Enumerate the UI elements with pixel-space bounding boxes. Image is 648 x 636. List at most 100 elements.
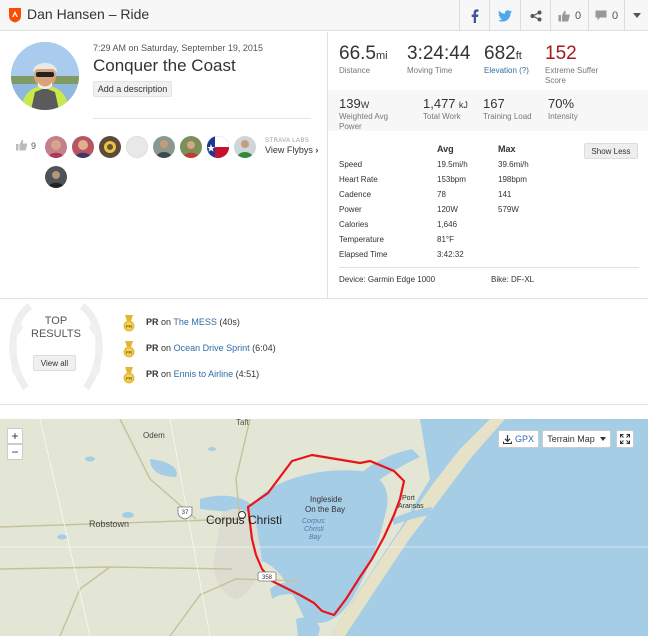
map-label-ingleside: Ingleside [310,495,343,504]
kudos-avatar[interactable] [45,136,67,158]
kudos-avatar[interactable] [72,136,94,158]
kudos-avatar[interactable] [234,136,256,158]
route-map[interactable]: 37 358 Taft Odem Robstown Corpus Christi… [0,419,648,636]
map-label-port-aransas: Port [402,495,415,502]
pr-medal-icon: PR [123,341,135,358]
share-button[interactable] [521,0,550,31]
segment-link[interactable]: The MESS [173,317,217,327]
top-result-item: PR on Ocean Drive Sprint (6:04) [146,343,276,353]
kudos-avatar[interactable] [99,136,121,158]
detail-label: Heart Rate [339,175,378,184]
twitter-icon [498,9,512,22]
athlete-avatar[interactable] [11,42,79,110]
kudos-avatar[interactable] [207,136,229,158]
view-flybys-link[interactable]: View Flybys › [265,145,318,155]
strava-labs-label: STRAVA LABS [265,138,310,144]
total-work-label: Total Work [423,112,461,121]
intensity-label: Intensity [548,112,578,121]
svg-text:Bay: Bay [309,534,322,541]
detail-avg: 3:42:32 [437,250,464,259]
zoom-in-button[interactable]: + [7,428,23,444]
highway-358-shield: 358 [257,571,277,582]
detail-avg: 19.5mi/h [437,160,468,169]
svg-text:PR: PR [126,376,133,381]
comment-icon [595,10,607,21]
detail-avg: 78 [437,190,446,199]
kudos-thumbs-icon [16,139,28,151]
total-work-value: 1,477 kJ [423,96,468,111]
download-gpx-button[interactable]: GPX [498,430,539,448]
weighted-power-label: Weighted Avg Power [339,112,389,131]
kudos-avatar[interactable] [126,136,148,158]
pr-medal-icon: PR [123,367,135,384]
show-less-button[interactable]: Show Less [584,143,638,159]
distance-label: Distance [339,66,371,75]
map-label-robstown: Robstown [89,519,129,529]
segment-link[interactable]: Ennis to Airline [174,369,234,379]
intensity-value: 70% [548,96,575,111]
expand-icon [620,434,630,444]
comment-header-count: 0 [611,9,619,22]
map-label-bay: Corpus [302,518,325,525]
section-divider [0,404,648,405]
svg-text:358: 358 [262,575,273,581]
svg-text:PR: PR [126,324,133,329]
moving-time-value: 3:24:44 [407,43,471,64]
top-result-item: PR on The MESS (40s) [146,317,240,327]
more-actions-button[interactable] [625,0,648,31]
top-results-title: TOP RESULTS [31,315,81,340]
kudos-button[interactable]: 0 [551,0,588,31]
kudos-avatar[interactable] [45,166,67,188]
svg-text:Aransas: Aransas [398,503,424,510]
detail-label: Cadence [339,190,372,199]
comments-button[interactable]: 0 [589,0,624,31]
detail-avg: 120W [437,205,458,214]
elevation-value: 682ft [484,43,522,64]
map-label-odem: Odem [143,431,165,440]
map-canvas[interactable]: 37 358 Taft Odem Robstown Corpus Christi… [0,419,648,636]
fullscreen-button[interactable] [616,430,634,448]
bike-info: Bike: DF-XL [491,275,535,284]
suffer-score-value: 152 [545,43,577,64]
elevation-help-link[interactable]: Elevation (?) [484,66,529,76]
detail-label: Power [339,205,362,214]
view-all-results-button[interactable]: View all [33,355,76,371]
kudos-avatar[interactable] [153,136,175,158]
detail-max: 198bpm [498,175,527,184]
svg-text:Christi: Christi [304,526,324,533]
detail-label: Temperature [339,235,384,244]
kudos-count[interactable]: 9 [31,141,36,151]
detail-label: Elapsed Time [339,250,388,259]
device-info: Device: Garmin Edge 1000 [339,275,436,284]
twitter-share-button[interactable] [490,0,520,31]
svg-text:PR: PR [126,350,133,355]
avg-column-header: Avg [437,144,454,154]
detail-avg: 153bpm [437,175,466,184]
detail-max: 39.6mi/h [498,160,529,169]
share-icon [530,10,541,21]
detail-avg: 1,646 [437,220,458,229]
strava-shield-icon [9,8,21,23]
svg-text:37: 37 [182,510,189,516]
highway-37-shield: 37 [177,506,193,520]
map-label-corpus-christi: Corpus Christi [206,513,282,527]
kudos-avatar[interactable] [180,136,202,158]
max-column-header: Max [498,144,516,154]
thumbs-up-icon [558,10,570,21]
detail-max: 579W [498,205,519,214]
detail-avg: 81°F [437,235,454,244]
map-type-dropdown[interactable]: Terrain Map [542,430,611,448]
pr-medal-icon: PR [123,315,135,332]
kudos-header-count: 0 [574,9,582,22]
zoom-out-button[interactable]: − [7,444,23,460]
suffer-score-label: Extreme Suffer Score [545,66,599,85]
segment-link[interactable]: Ocean Drive Sprint [174,343,250,353]
map-label-taft: Taft [236,419,250,427]
training-load-label: Training Load [483,112,532,121]
moving-time-label: Moving Time [407,66,453,75]
detail-max: 141 [498,190,512,199]
facebook-share-button[interactable] [460,0,489,31]
add-description-button[interactable]: Add a description [93,81,172,97]
weighted-power-value: 139W [339,96,370,111]
column-divider [327,32,328,298]
